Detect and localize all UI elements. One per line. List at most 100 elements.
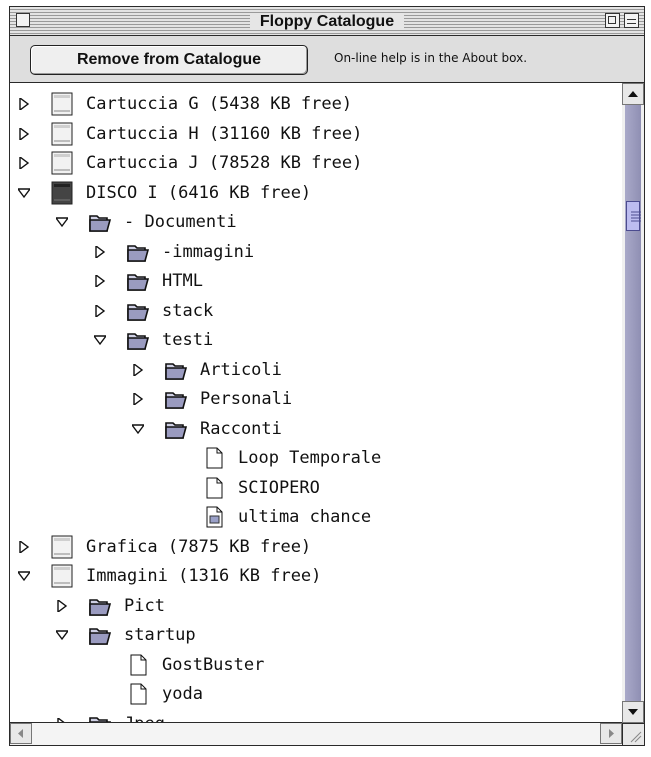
tree-row[interactable]: - Documenti	[10, 208, 622, 237]
title-bar[interactable]: Floppy Catalogue	[10, 7, 644, 36]
tree-label: Cartuccia G (5438 KB free)	[86, 94, 353, 114]
tree-row[interactable]: -immagini	[10, 238, 622, 267]
toolbar: Remove from Catalogue On-line help is in…	[10, 36, 644, 83]
tree-label: Racconti	[200, 418, 282, 439]
folder-icon	[165, 421, 188, 439]
left-arrow-icon	[18, 729, 23, 738]
disk-dark-icon	[51, 181, 73, 204]
catalogue-tree: Cartuccia G (5438 KB free) Cartuccia H (3…	[10, 83, 623, 723]
disclosure-closed-icon[interactable]	[132, 363, 144, 376]
help-text: On-line help is in the About box.	[334, 51, 528, 65]
folder-icon	[127, 244, 150, 262]
scroll-left-button[interactable]	[10, 723, 32, 744]
tree-row[interactable]: Articoli	[10, 356, 622, 385]
disclosure-closed-icon[interactable]	[18, 98, 30, 110]
tree-row[interactable]: Cartuccia J (78528 KB free)	[10, 149, 622, 178]
scroll-up-button[interactable]	[622, 83, 644, 105]
right-arrow-icon	[609, 729, 614, 738]
disk-icon	[51, 535, 73, 558]
horizontal-scrollbar[interactable]	[10, 722, 622, 745]
tree-row[interactable]: Personali	[10, 385, 622, 414]
disk-icon	[51, 151, 73, 175]
tree-label: Loop Temporale	[238, 448, 382, 468]
tree-label: - Documenti	[124, 212, 237, 232]
tree-row[interactable]: Immagini (1316 KB free)	[10, 562, 622, 591]
tree-row[interactable]: SCIOPERO	[10, 474, 622, 503]
tree-row[interactable]: Pict	[10, 592, 622, 621]
tree-row[interactable]: Jpeg	[10, 710, 622, 723]
disk-icon	[51, 122, 73, 145]
document-icon	[206, 477, 223, 498]
disk-icon	[51, 564, 73, 588]
tree-label: Immagini (1316 KB free)	[86, 566, 322, 586]
tree-label: DISCO I (6416 KB free)	[86, 182, 312, 203]
disclosure-closed-icon[interactable]	[94, 245, 106, 258]
tree-label: testi	[162, 330, 214, 350]
window-title-wrap: Floppy Catalogue	[10, 11, 644, 31]
disclosure-closed-icon[interactable]	[94, 304, 106, 317]
tree-label: stack	[162, 300, 214, 321]
scroll-thumb[interactable]	[626, 201, 641, 231]
disclosure-open-icon[interactable]	[56, 216, 68, 228]
tree-label: Cartuccia H (31160 KB free)	[86, 123, 363, 144]
tree-label: ultima chance	[238, 507, 372, 527]
tree-label: startup	[124, 625, 196, 645]
tree-row[interactable]: Cartuccia G (5438 KB free)	[10, 90, 622, 119]
tree-label: Grafica (7875 KB free)	[86, 536, 312, 557]
disclosure-closed-icon[interactable]	[18, 157, 30, 169]
vertical-scrollbar[interactable]	[622, 83, 644, 723]
collapse-box[interactable]	[624, 13, 639, 28]
document-icon	[206, 447, 223, 469]
tree-row[interactable]: startup	[10, 621, 622, 650]
folder-icon	[127, 303, 150, 321]
tree-label: GostBuster	[162, 654, 265, 675]
up-arrow-icon	[628, 91, 638, 97]
tree-row[interactable]: HTML	[10, 267, 622, 296]
remove-from-catalogue-button[interactable]: Remove from Catalogue	[30, 45, 308, 75]
disclosure-closed-icon[interactable]	[18, 540, 30, 553]
window-title: Floppy Catalogue	[249, 13, 405, 30]
tree-row[interactable]: testi	[10, 326, 622, 355]
scroll-track[interactable]	[625, 105, 641, 701]
tree-label: HTML	[162, 271, 203, 291]
disclosure-open-icon[interactable]	[132, 423, 144, 435]
tree-row[interactable]: GostBuster	[10, 651, 622, 680]
tree-row[interactable]: Grafica (7875 KB free)	[10, 533, 622, 562]
tree-label: SCIOPERO	[238, 477, 320, 498]
disclosure-closed-icon[interactable]	[94, 275, 106, 287]
down-arrow-icon	[628, 709, 638, 715]
tree-row[interactable]: yoda	[10, 680, 622, 709]
disclosure-closed-icon[interactable]	[132, 393, 144, 405]
disclosure-closed-icon[interactable]	[56, 599, 68, 612]
folder-icon	[89, 598, 112, 616]
close-box[interactable]	[16, 13, 30, 27]
disclosure-open-icon[interactable]	[18, 570, 30, 582]
folder-icon	[127, 333, 150, 350]
scroll-down-button[interactable]	[622, 701, 644, 723]
tree-label: Personali	[200, 389, 293, 409]
resize-grip[interactable]	[622, 723, 644, 745]
catalogue-window: Floppy Catalogue Remove from Catalogue O…	[9, 6, 645, 746]
tree-row[interactable]: Racconti	[10, 415, 622, 444]
disclosure-open-icon[interactable]	[56, 629, 68, 641]
folder-icon	[165, 362, 188, 380]
scroll-right-button[interactable]	[600, 723, 622, 744]
disclosure-closed-icon[interactable]	[18, 127, 30, 140]
tree-label: Cartuccia J (78528 KB free)	[86, 153, 363, 173]
tree-row[interactable]: DISCO I (6416 KB free)	[10, 179, 622, 208]
disclosure-open-icon[interactable]	[94, 334, 106, 346]
tree-label: -immagini	[162, 241, 255, 262]
document-icon	[130, 683, 147, 705]
tree-row[interactable]: Cartuccia H (31160 KB free)	[10, 120, 622, 149]
document-image-icon	[206, 506, 223, 528]
disclosure-open-icon[interactable]	[18, 187, 30, 199]
tree-row[interactable]: Loop Temporale	[10, 444, 622, 473]
tree-row[interactable]: ultima chance	[10, 503, 622, 532]
folder-icon	[165, 392, 188, 409]
folder-icon	[89, 628, 112, 645]
tree-row[interactable]: stack	[10, 297, 622, 326]
zoom-box[interactable]	[605, 13, 620, 28]
tree-label: Articoli	[200, 359, 282, 380]
folder-icon	[127, 274, 150, 291]
tree-label: Pict	[124, 595, 165, 616]
